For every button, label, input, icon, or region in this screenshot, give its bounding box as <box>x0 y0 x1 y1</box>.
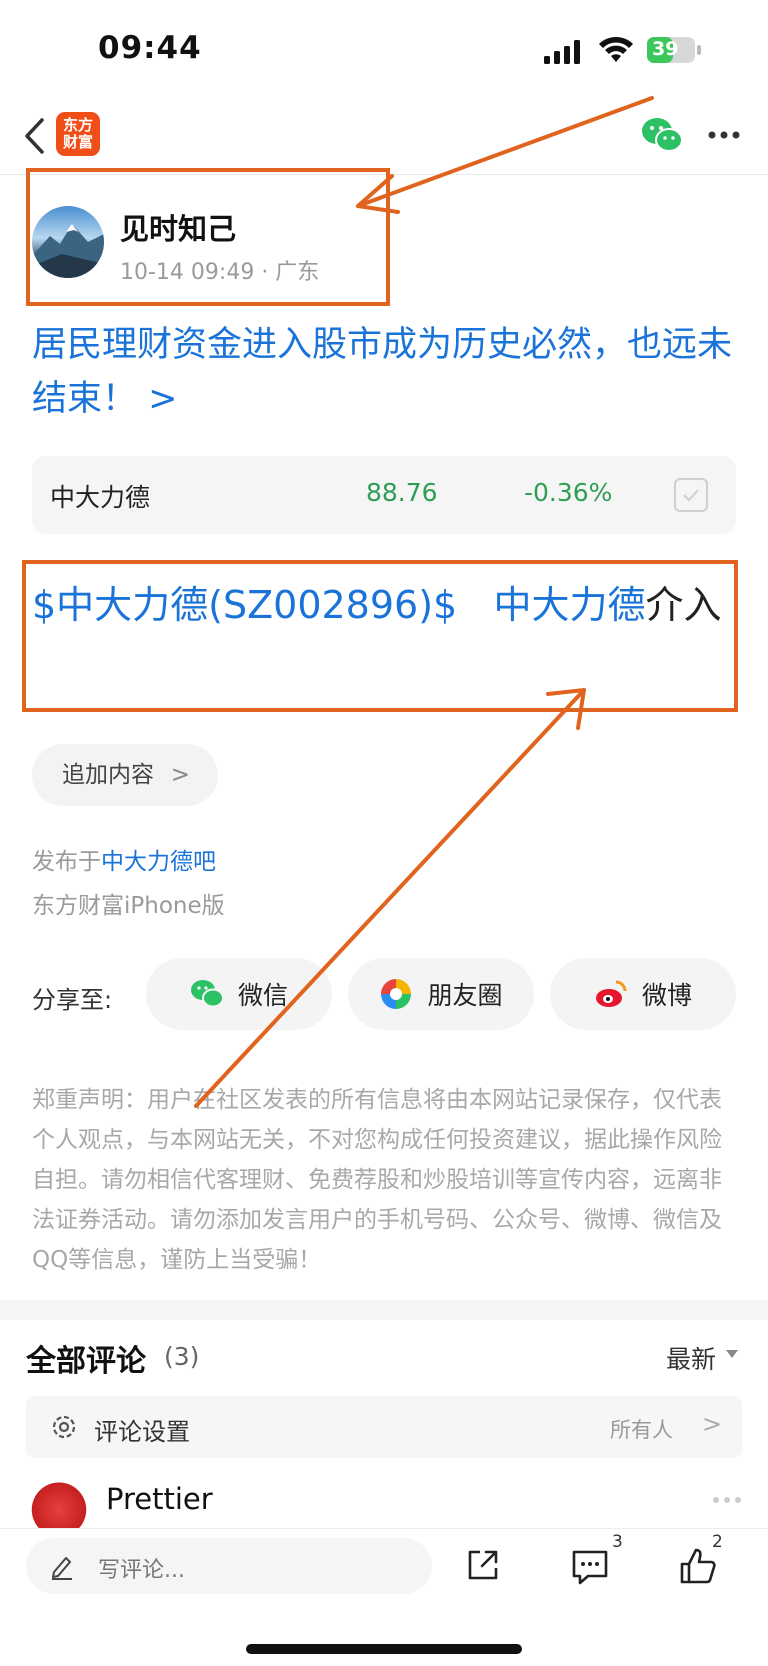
comment-more-icon[interactable] <box>712 1496 742 1504</box>
annotation-arrow-bottom <box>194 688 586 1108</box>
post-platform: 东方财富iPhone版 <box>32 893 225 919</box>
gear-icon <box>52 1415 76 1439</box>
stock-name: 中大力德 <box>50 483 151 512</box>
commenter-name[interactable]: Prettier <box>106 1482 213 1516</box>
section-divider <box>0 1300 768 1320</box>
write-comment-input[interactable] <box>26 1538 432 1594</box>
back-chevron-icon[interactable] <box>22 116 48 156</box>
wechat-icon <box>190 980 224 1008</box>
dropdown-arrow-icon[interactable] <box>726 1350 738 1358</box>
published-prefix: 发布于 <box>32 849 101 875</box>
chevron-right-icon: > <box>702 1410 723 1438</box>
wechat-share-icon[interactable] <box>640 116 684 154</box>
logo-text: 东方财富 <box>62 116 93 151</box>
share-moments-label: 朋友圈 <box>427 981 503 1010</box>
annotation-box-post-body <box>22 560 738 712</box>
stock-price: 88.76 <box>366 478 438 507</box>
stock-change: -0.36% <box>524 478 613 507</box>
like-count-badge: 2 <box>712 1532 723 1552</box>
share-wechat-label: 微信 <box>237 981 288 1010</box>
battery-level: 39 <box>652 38 679 60</box>
comments-sort-dropdown[interactable]: 最新 <box>666 1340 716 1376</box>
add-content-label: 追加内容 <box>62 762 154 788</box>
add-watchlist-checkbox[interactable] <box>674 478 708 512</box>
share-label: 分享至: <box>32 986 113 1014</box>
annotation-box-author <box>26 168 390 306</box>
post-title[interactable]: 居民理财资金进入股市成为历史必然，也远未结束！ > <box>32 318 744 426</box>
more-options-icon[interactable] <box>708 130 740 140</box>
share-out-icon[interactable] <box>464 1546 502 1584</box>
pen-icon <box>52 1557 72 1580</box>
share-wechat-button[interactable]: 微信 <box>146 958 332 1030</box>
weibo-icon <box>595 980 627 1007</box>
chevron-right-icon: > <box>170 762 190 788</box>
share-weibo-button[interactable]: 微博 <box>550 958 736 1030</box>
published-in: 发布于中大力德吧 <box>32 842 216 876</box>
write-comment-placeholder: 写评论... <box>98 1558 185 1583</box>
thumbs-up-icon[interactable] <box>678 1546 718 1586</box>
app-logo: 东方财富 <box>56 112 100 156</box>
status-time: 09:44 <box>98 30 202 66</box>
battery-indicator: 39 <box>646 36 702 64</box>
cellular-signal-icon <box>544 40 580 64</box>
add-content-button[interactable]: 追加内容 > <box>32 744 218 806</box>
moments-icon <box>381 979 412 1009</box>
comment-count-badge: 3 <box>612 1532 623 1552</box>
comment-settings-label: 评论设置 <box>94 1418 190 1446</box>
home-indicator <box>246 1644 522 1654</box>
comment-settings-value: 所有人 <box>610 1418 673 1442</box>
forum-link[interactable]: 中大力德吧 <box>101 849 216 875</box>
share-moments-button[interactable]: 朋友圈 <box>348 958 534 1030</box>
comments-count: (3) <box>164 1342 200 1371</box>
comments-title: 全部评论 <box>26 1344 146 1379</box>
wifi-icon <box>599 36 633 62</box>
annotation-arrow-top <box>356 96 654 214</box>
comment-icon[interactable] <box>570 1548 610 1586</box>
check-icon <box>683 489 699 502</box>
disclaimer-text: 郑重声明：用户在社区发表的所有信息将由本网站记录保存，仅代表个人观点，与本网站无… <box>32 1087 722 1273</box>
share-weibo-label: 微博 <box>641 981 692 1010</box>
